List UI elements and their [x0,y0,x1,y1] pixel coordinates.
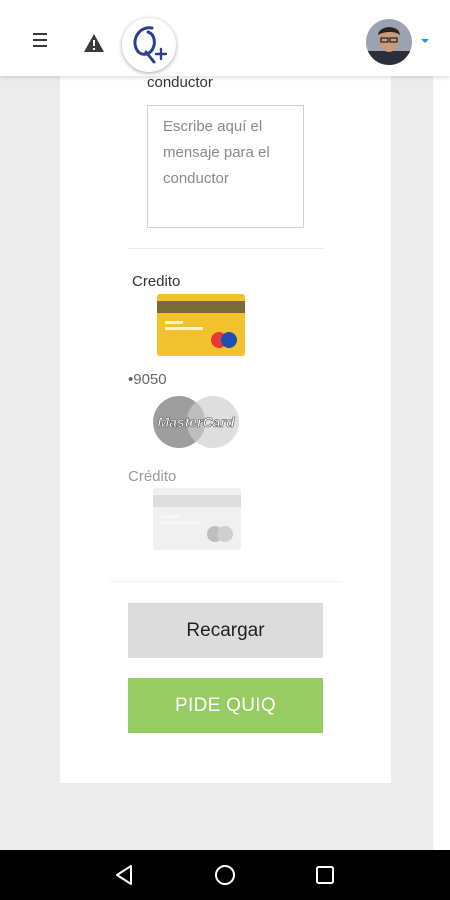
back-triangle-icon[interactable] [113,863,137,887]
payment-method-label: •9050 [128,371,167,388]
hamburger-menu-icon[interactable] [33,33,55,49]
recargar-button[interactable]: Recargar [128,603,323,658]
top-app-bar [0,0,450,76]
mastercard-icon[interactable]: MasterCard [152,395,240,449]
payment-method-label: Crédito [128,468,177,485]
divider [128,248,324,249]
gray-credit-card-icon[interactable] [153,488,241,550]
caret-down-icon[interactable] [420,37,430,45]
warning-icon[interactable] [83,33,105,53]
avatar-photo-icon [366,19,412,65]
user-avatar[interactable] [366,19,412,65]
driver-message-input[interactable] [147,105,304,228]
home-circle-icon[interactable] [213,863,237,887]
app-logo[interactable] [122,18,176,72]
order-card: conductor Credito •9050 MasterCard Crédi… [60,60,391,783]
divider [110,581,342,582]
yellow-credit-card-icon[interactable] [157,294,245,356]
recents-square-icon[interactable] [313,863,337,887]
message-label: conductor [147,74,213,91]
svg-text:MasterCard: MasterCard [157,414,234,430]
pide-quiq-button[interactable]: PIDE QUIQ [128,678,323,733]
right-edge-panel [433,60,450,850]
payment-method-label: Credito [132,273,181,290]
logo-mark-icon [133,26,168,64]
system-nav-bar [0,850,450,900]
